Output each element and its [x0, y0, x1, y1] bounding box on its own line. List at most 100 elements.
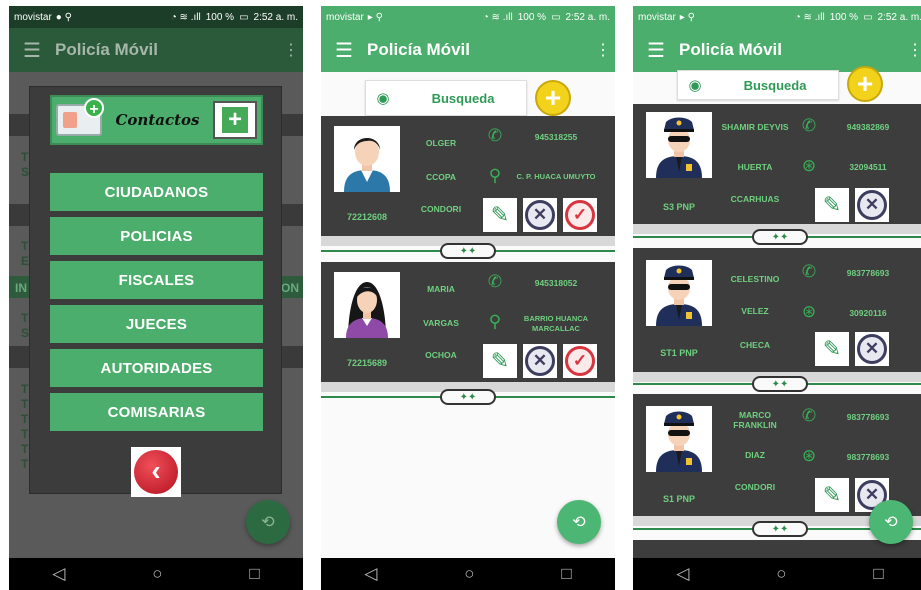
- app-title: Policía Móvil: [367, 40, 470, 59]
- nav-back-icon[interactable]: ◁: [676, 564, 689, 584]
- eye-icon: ◉: [376, 90, 390, 107]
- officer-surname2: CHECA: [739, 340, 771, 350]
- nav-back-icon[interactable]: ◁: [364, 564, 377, 584]
- overflow-menu-icon[interactable]: ⋮: [591, 40, 615, 60]
- hamburger-menu-icon[interactable]: ☰: [9, 38, 55, 63]
- app-title: Policía Móvil: [679, 40, 782, 59]
- hamburger-menu-icon[interactable]: ☰: [633, 38, 679, 63]
- officer-surname1: DIAZ: [745, 450, 765, 460]
- system-nav-bar: ◁ ○ □: [633, 558, 921, 590]
- search-button[interactable]: ◉ Busqueda: [677, 70, 839, 100]
- battery-label: 100 %: [517, 11, 547, 23]
- person-avatar: [334, 126, 400, 192]
- delete-x-icon[interactable]: ✕: [855, 332, 889, 366]
- status-bar: movistar ▸ ⚲ ◔ ≋ .ıll 100 % ▭ 2:52 a. m.: [321, 6, 615, 28]
- dialog-header: + Contactos +: [50, 95, 263, 145]
- police-avatar: [646, 112, 712, 178]
- officer-surname1: HUERTA: [737, 162, 773, 172]
- carrier-label: movistar: [326, 11, 364, 23]
- contact-surname2: CONDORI: [420, 204, 462, 214]
- officer-card: S3 PNP SHAMIR DEYVIS HUERTA CCARHUAS ✆ 9…: [633, 104, 921, 224]
- fiscales-button[interactable]: FISCALES: [50, 261, 263, 299]
- background-text: T: [21, 311, 29, 325]
- nav-recent-icon[interactable]: □: [249, 564, 259, 584]
- dialog-title: Contactos: [115, 111, 200, 129]
- officer-phone: 983778693: [846, 268, 890, 278]
- contact-id: 72215689: [346, 358, 388, 368]
- time-label: 2:52 a. m.: [565, 11, 610, 23]
- confirm-check-icon[interactable]: ✓: [563, 344, 597, 378]
- hamburger-menu-icon[interactable]: ☰: [321, 38, 367, 63]
- contact-surname1: CCOPA: [425, 172, 457, 182]
- edit-pencil-icon[interactable]: ✎: [483, 198, 517, 232]
- officer-rank: S1 PNP: [662, 494, 695, 504]
- edit-pencil-icon[interactable]: ✎: [815, 478, 849, 512]
- confirm-check-icon[interactable]: ✓: [563, 198, 597, 232]
- ornament-divider: ✦✦: [321, 242, 615, 260]
- fingerprint-icon: ⊛: [801, 302, 817, 321]
- search-label: Busqueda: [431, 90, 495, 106]
- wifi-icon: ◔ ≋ .ıll: [794, 11, 825, 23]
- app-title: Policía Móvil: [55, 40, 158, 59]
- contact-id: 72212608: [346, 212, 388, 222]
- location-pin-icon: ⚲: [488, 166, 502, 185]
- phone-icon: ✆: [801, 262, 817, 281]
- background-text: T: [21, 427, 29, 441]
- background-text: T: [21, 457, 29, 471]
- ciudadanos-button[interactable]: CIUDADANOS: [50, 173, 263, 211]
- refresh-fab[interactable]: ⟲: [246, 500, 290, 544]
- battery-icon: ▭: [239, 11, 249, 23]
- refresh-fab[interactable]: ⟲: [557, 500, 601, 544]
- police-avatar: [646, 260, 712, 326]
- delete-x-icon[interactable]: ✕: [855, 188, 889, 222]
- background-text: T: [21, 239, 29, 253]
- search-button[interactable]: ◉ Busqueda: [365, 80, 527, 116]
- nav-home-icon[interactable]: ○: [464, 564, 474, 584]
- delete-x-icon[interactable]: ✕: [523, 344, 557, 378]
- contact-phone: 945318052: [534, 278, 578, 288]
- contact-card: 72215689 MARIA VARGAS OCHOA ✆ 945318052 …: [321, 262, 615, 382]
- screen-policias-list: movistar ▸ ⚲ ◔ ≋ .ıll 100 % ▭ 2:52 a. m. ☰ P…: [633, 6, 921, 590]
- overflow-menu-icon[interactable]: ⋮: [279, 40, 303, 60]
- background-text: ON: [281, 281, 299, 295]
- add-book-icon[interactable]: +: [212, 101, 257, 139]
- contact-card: 72212608 OLGER CCOPA CONDORI ✆ 945318255…: [321, 116, 615, 236]
- location-pin-icon: ⚲: [488, 312, 502, 331]
- edit-pencil-icon[interactable]: ✎: [815, 188, 849, 222]
- status-bar: movistar ▸ ⚲ ◔ ≋ .ıll 100 % ▭ 2:52 a. m.: [633, 6, 921, 28]
- phone-icon: ✆: [487, 272, 503, 291]
- nav-home-icon[interactable]: ○: [152, 564, 162, 584]
- carrier-label: movistar: [14, 11, 52, 23]
- overflow-menu-icon[interactable]: ⋮: [903, 40, 921, 60]
- edit-pencil-icon[interactable]: ✎: [815, 332, 849, 366]
- edit-pencil-icon[interactable]: ✎: [483, 344, 517, 378]
- add-circle-icon[interactable]: +: [847, 66, 883, 102]
- comisarias-button[interactable]: COMISARIAS: [50, 393, 263, 431]
- delete-x-icon[interactable]: ✕: [523, 198, 557, 232]
- officer-name: MARCO FRANKLIN: [733, 410, 777, 430]
- refresh-icon: ⟲: [572, 514, 586, 531]
- contact-name: MARIA: [427, 284, 455, 294]
- contact-phone: 945318255: [534, 132, 578, 142]
- jueces-button[interactable]: JUECES: [50, 305, 263, 343]
- officer-rank: ST1 PNP: [660, 348, 698, 358]
- nav-recent-icon[interactable]: □: [561, 564, 571, 584]
- officer-rank: S3 PNP: [662, 202, 695, 212]
- nav-home-icon[interactable]: ○: [776, 564, 786, 584]
- policias-button[interactable]: POLICIAS: [50, 217, 263, 255]
- background-text: T: [21, 397, 29, 411]
- wifi-icon: ◔ ≋ .ıll: [482, 11, 513, 23]
- background-text: T: [21, 412, 29, 426]
- officer-surname2: CONDORI: [734, 482, 776, 492]
- nav-back-icon[interactable]: ◁: [52, 564, 65, 584]
- contacts-dialog: + Contactos + CIUDADANOS POLICIAS FISCAL…: [29, 86, 282, 497]
- signal-icon: ▸ ⚲: [367, 11, 383, 23]
- refresh-fab[interactable]: ⟲: [869, 500, 913, 544]
- nav-recent-icon[interactable]: □: [873, 564, 883, 584]
- back-arrow-icon[interactable]: ‹: [131, 447, 181, 497]
- autoridades-button[interactable]: AUTORIDADES: [50, 349, 263, 387]
- ornament-divider: ✦✦: [633, 228, 921, 246]
- add-circle-icon[interactable]: +: [535, 80, 571, 116]
- refresh-icon: ⟲: [884, 514, 898, 531]
- eye-icon: ◉: [688, 77, 702, 94]
